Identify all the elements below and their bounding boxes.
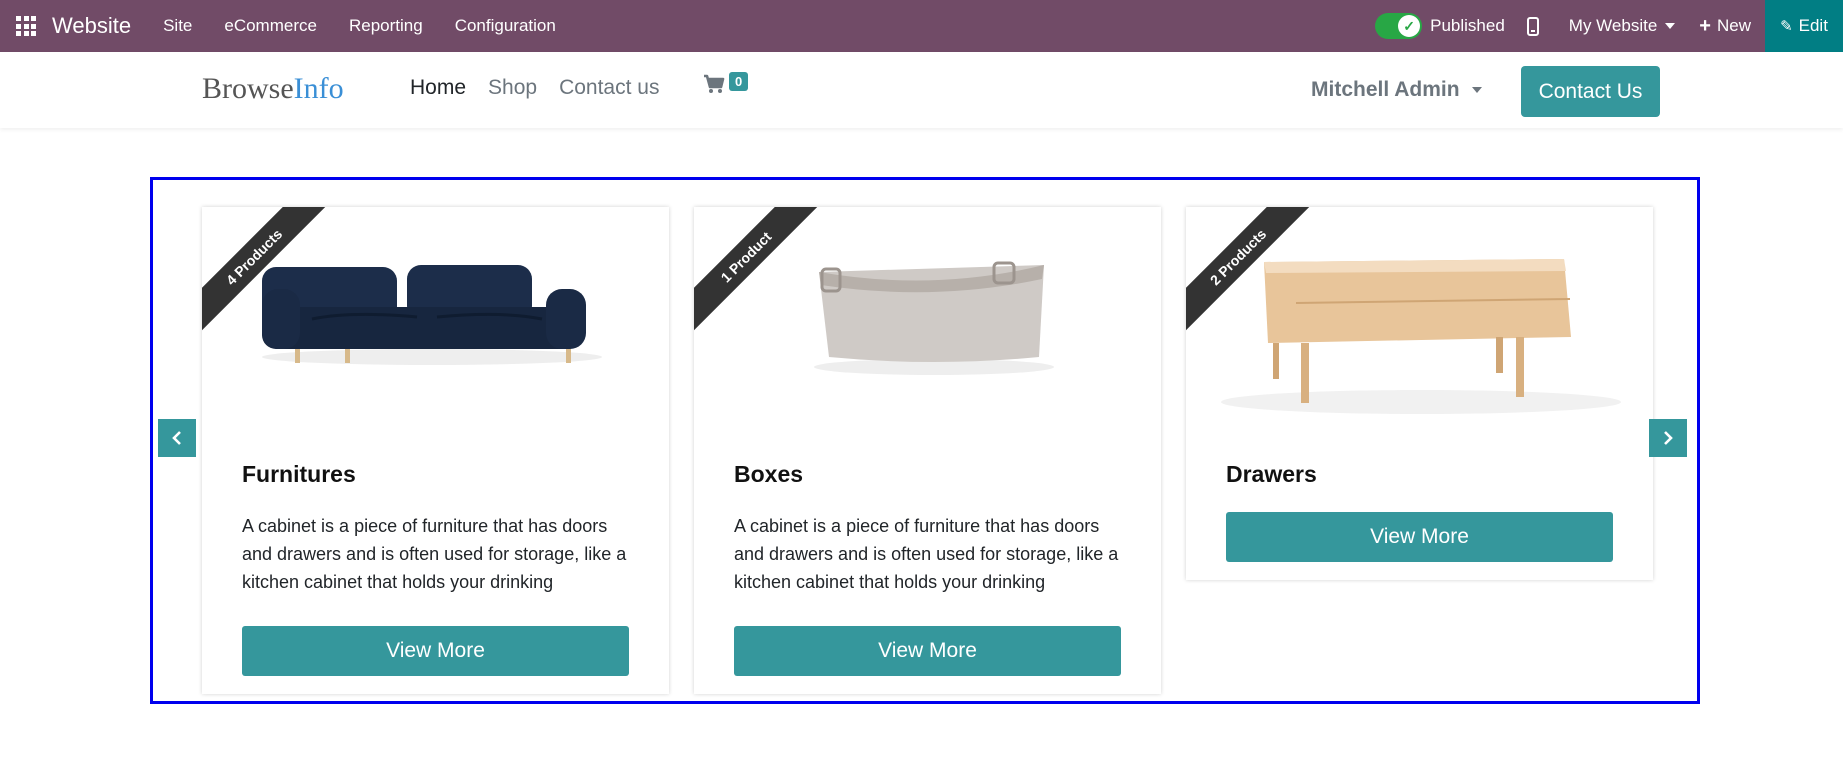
cart-count-badge: 0 — [729, 72, 749, 91]
publish-toggle[interactable]: ✓ — [1375, 13, 1423, 39]
card-body: Drawers View More — [1186, 437, 1653, 580]
category-title: Drawers — [1226, 461, 1317, 487]
contact-us-button[interactable]: Contact Us — [1521, 66, 1660, 117]
menu-item-ecommerce[interactable]: eCommerce — [224, 16, 317, 36]
card-body: Furnitures A cabinet is a piece of furni… — [202, 437, 669, 694]
view-more-button[interactable]: View More — [242, 626, 629, 676]
nav-item-home[interactable]: Home — [410, 76, 466, 100]
edit-button-label: Edit — [1798, 16, 1828, 35]
category-description: A cabinet is a piece of furniture that h… — [734, 516, 1119, 592]
admin-actions: ✓ Published My Website + New ✎ Edit — [1375, 0, 1843, 52]
logo-text-main: Browse — [202, 72, 294, 105]
nav-item-shop[interactable]: Shop — [488, 76, 537, 100]
chevron-down-icon — [1665, 23, 1676, 29]
published-label[interactable]: Published — [1430, 16, 1505, 36]
site-header: BrowseInfo Home Shop Contact us 0 Mitche… — [0, 52, 1843, 128]
category-title: Furnitures — [242, 461, 356, 487]
menu-item-configuration[interactable]: Configuration — [455, 16, 556, 36]
cart-link[interactable]: 0 — [703, 72, 749, 99]
category-card-drawers: 2 Products Drawers View More — [1186, 207, 1653, 580]
menu-item-reporting[interactable]: Reporting — [349, 16, 423, 36]
view-more-button[interactable]: View More — [734, 626, 1121, 676]
menu-item-site[interactable]: Site — [163, 16, 192, 36]
category-image-sofa[interactable]: 4 Products — [202, 207, 669, 437]
mobile-preview-icon[interactable] — [1526, 16, 1539, 36]
nav-item-contact[interactable]: Contact us — [559, 76, 659, 100]
chevron-right-icon — [1664, 431, 1673, 445]
logo-text-accent: Info — [293, 72, 344, 105]
app-title[interactable]: Website — [52, 13, 131, 39]
new-button-label: New — [1716, 16, 1751, 35]
category-card-furnitures: 4 Products Furnitures A cabinet is a pie… — [202, 207, 669, 694]
website-switcher-label: My Website — [1568, 16, 1658, 35]
cart-icon — [704, 74, 725, 93]
category-description: A cabinet is a piece of furniture that h… — [242, 516, 627, 592]
view-more-button[interactable]: View More — [1226, 512, 1613, 562]
category-title: Boxes — [734, 461, 804, 487]
carousel-prev-button[interactable] — [158, 419, 196, 457]
category-card-boxes: 1 Product Boxes A cabinet is a piece of … — [694, 207, 1161, 694]
pencil-icon: ✎ — [1780, 18, 1793, 35]
new-button[interactable]: + New — [1699, 15, 1751, 38]
chevron-left-icon — [172, 431, 181, 445]
category-image-drawer[interactable]: 2 Products — [1186, 207, 1653, 437]
carousel-next-button[interactable] — [1649, 419, 1687, 457]
website-switcher[interactable]: My Website — [1569, 16, 1676, 36]
category-image-basket[interactable]: 1 Product — [694, 207, 1161, 437]
main-nav: Home Shop Contact us — [410, 76, 681, 100]
check-icon: ✓ — [1398, 15, 1421, 37]
site-logo[interactable]: BrowseInfo — [202, 72, 344, 106]
category-carousel[interactable]: 4 Products Furnitures A cabinet is a pie… — [150, 177, 1700, 704]
card-body: Boxes A cabinet is a piece of furniture … — [694, 437, 1161, 694]
user-name: Mitchell Admin — [1311, 78, 1460, 101]
admin-menu: Site eCommerce Reporting Configuration — [147, 16, 572, 36]
apps-grid-icon[interactable] — [16, 16, 36, 36]
plus-icon: + — [1699, 14, 1711, 37]
admin-bar: Website Site eCommerce Reporting Configu… — [0, 0, 1843, 52]
user-menu[interactable]: Mitchell Admin — [1311, 78, 1482, 102]
edit-button[interactable]: ✎ Edit — [1765, 0, 1843, 52]
chevron-down-icon — [1471, 87, 1482, 93]
